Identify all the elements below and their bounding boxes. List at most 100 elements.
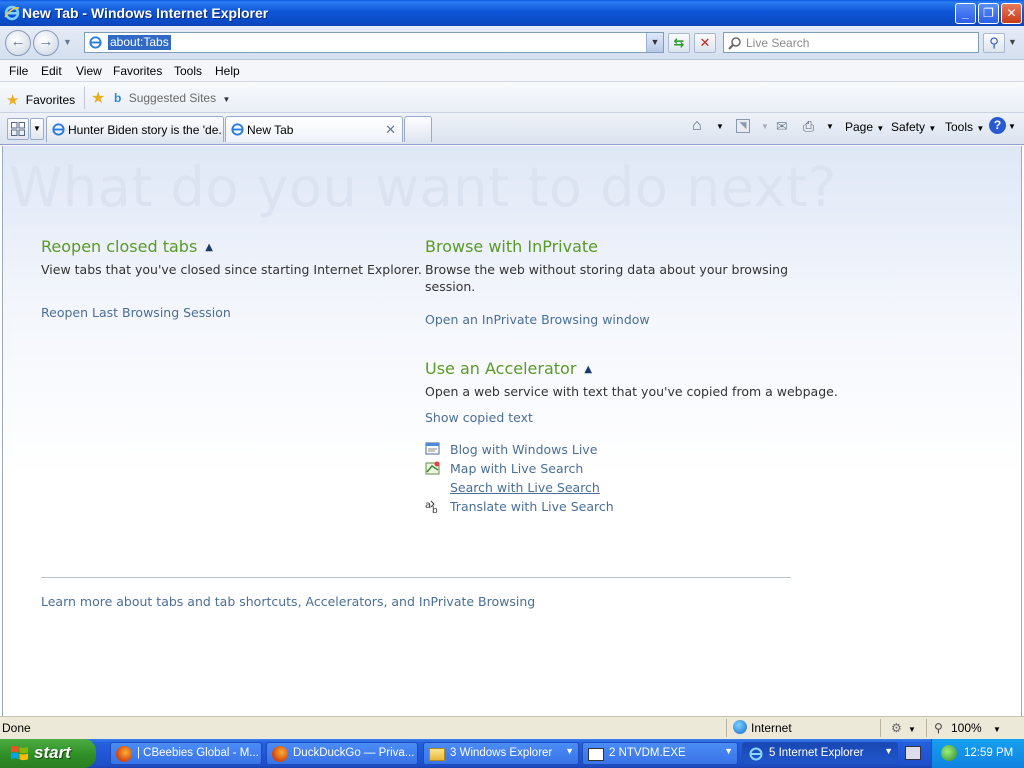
ie-page-icon (231, 123, 244, 136)
search-placeholder: Live Search (746, 36, 810, 50)
page-heading: What do you want to do next? (9, 156, 837, 219)
svg-text:b: b (432, 506, 438, 514)
menu-edit[interactable]: Edit (41, 64, 62, 78)
search-input[interactable]: Live Search (723, 32, 979, 53)
favorites-button[interactable]: ★ Favorites (6, 90, 76, 109)
restore-button[interactable]: ❐ (978, 3, 999, 24)
clock[interactable]: 12:59 PM (964, 747, 1013, 759)
zoom-dropdown[interactable]: ▼ (993, 725, 1001, 734)
favorites-bar: ★ Favorites ★ b Suggested Sites ▼ (0, 82, 1024, 113)
show-copied-text-link[interactable]: Show copied text (425, 410, 533, 425)
page-content: What do you want to do next? Reopen clos… (2, 146, 1022, 716)
help-dropdown[interactable]: ▼ (1008, 122, 1016, 131)
globe-icon (733, 720, 747, 734)
help-icon[interactable]: ? (989, 117, 1006, 134)
accelerator-item-map[interactable]: Map with Live Search (425, 460, 583, 476)
page-menu[interactable]: Page ▼ (845, 120, 884, 134)
print-icon[interactable]: ⎙ (803, 118, 814, 135)
home-dropdown[interactable]: ▼ (716, 122, 724, 131)
collapse-icon[interactable]: ▲ (205, 242, 213, 253)
suggested-sites-button[interactable]: b Suggested Sites ▼ (114, 91, 230, 105)
accelerator-item-translate[interactable]: a b Translate with Live Search (425, 498, 614, 514)
inprivate-text-line1: Browse the web without storing data abou… (425, 262, 789, 277)
close-window-button[interactable]: ✕ (1001, 3, 1022, 24)
protected-mode-dropdown[interactable]: ▼ (908, 725, 916, 734)
inprivate-link[interactable]: Open an InPrivate Browsing window (425, 312, 650, 327)
navigation-bar: ← → ▼ about:Tabs ▼ ⇆ ✕ Live Search ⚲ ▼ (0, 26, 1024, 60)
title-bar[interactable]: New Tab - Windows Internet Explorer _ ❐ … (0, 0, 1024, 26)
folder-icon (429, 748, 445, 761)
new-tab-button[interactable] (404, 116, 432, 142)
address-dropdown-button[interactable]: ▼ (646, 33, 663, 52)
menu-favorites[interactable]: Favorites (113, 64, 162, 78)
taskbar-item-ntvdm[interactable]: 2 NTVDM.EXE ▼ (582, 742, 738, 765)
search-button[interactable]: ⚲ (983, 33, 1005, 53)
menu-bar: File Edit View Favorites Tools Help (0, 60, 1024, 82)
reopen-session-link[interactable]: Reopen Last Browsing Session (41, 305, 231, 320)
collapse-icon[interactable]: ▲ (584, 364, 592, 375)
network-icon[interactable] (941, 745, 957, 761)
ie-logo-icon (4, 5, 20, 21)
start-button[interactable]: start (0, 739, 96, 768)
learn-more-link[interactable]: Learn more about tabs and tab shortcuts,… (41, 594, 535, 609)
tools-menu[interactable]: Tools ▼ (945, 120, 984, 134)
favorites-label: Favorites (25, 93, 76, 107)
taskbar-item-cbeebies[interactable]: | CBeebies Global - M... (110, 742, 262, 765)
menu-file[interactable]: File (9, 64, 28, 78)
menu-tools[interactable]: Tools (174, 64, 202, 78)
menu-help[interactable]: Help (215, 64, 240, 78)
translate-icon: a b (425, 500, 438, 514)
suggested-sites-label: Suggested Sites (128, 91, 217, 105)
mail-icon[interactable]: ✉ (776, 118, 788, 135)
stop-button[interactable]: ✕ (694, 33, 716, 53)
home-icon[interactable]: ⌂ (692, 117, 702, 135)
status-text: Done (2, 721, 31, 735)
tab-new-tab[interactable]: New Tab ✕ (225, 116, 403, 142)
group-dropdown-icon: ▼ (884, 746, 893, 756)
accelerator-item-blog[interactable]: Blog with Windows Live (425, 441, 597, 457)
taskbar: start | CBeebies Global - M... DuckDuckG… (0, 739, 1024, 768)
address-url[interactable]: about:Tabs (108, 35, 171, 50)
tab-hunter-biden[interactable]: Hunter Biden story is the 'de... (46, 116, 224, 142)
keyboard-icon[interactable] (905, 746, 921, 760)
ie-icon (749, 747, 763, 761)
feeds-dropdown: ▼ (761, 122, 769, 131)
add-to-favorites-icon[interactable]: ★ (91, 88, 105, 108)
back-button[interactable]: ← (5, 30, 31, 56)
recent-pages-dropdown[interactable]: ▼ (63, 37, 72, 47)
firefox-icon (272, 746, 288, 762)
print-dropdown[interactable]: ▼ (826, 122, 834, 131)
accelerator-heading[interactable]: Use an Accelerator ▲ (425, 359, 592, 378)
divider (726, 719, 727, 737)
tab-list-button[interactable]: ▼ (30, 118, 44, 140)
search-options-dropdown[interactable]: ▼ (1008, 37, 1017, 47)
taskbar-item-windows-explorer[interactable]: 3 Windows Explorer ▼ (423, 742, 579, 765)
divider (84, 87, 85, 109)
security-zone[interactable]: Internet (751, 721, 792, 735)
refresh-button[interactable]: ⇆ (668, 33, 690, 53)
protected-mode-icon[interactable]: ⚙ (891, 721, 902, 735)
reopen-tabs-heading[interactable]: Reopen closed tabs ▲ (41, 237, 213, 256)
magnifier-icon (728, 37, 741, 50)
start-label: start (34, 743, 71, 762)
map-icon (425, 461, 440, 475)
quick-tabs-button[interactable] (7, 118, 29, 140)
menu-view[interactable]: View (76, 64, 102, 78)
close-tab-icon[interactable]: ✕ (385, 122, 396, 138)
feeds-icon[interactable]: ◥ (736, 119, 750, 133)
search-icon (425, 479, 441, 495)
divider (926, 719, 927, 737)
zoom-level[interactable]: 100% (951, 721, 982, 735)
accelerator-item-search[interactable]: Search with Live Search (425, 479, 600, 495)
minimize-button[interactable]: _ (955, 3, 976, 24)
taskbar-item-internet-explorer[interactable]: 5 Internet Explorer ▼ (742, 742, 898, 765)
forward-button[interactable]: → (33, 30, 59, 56)
system-tray: 12:59 PM (931, 739, 1024, 768)
address-bar[interactable]: about:Tabs ▼ (84, 32, 664, 53)
divider (880, 719, 881, 737)
inprivate-text-line2: session. (425, 279, 476, 294)
taskbar-item-duckduckgo[interactable]: DuckDuckGo — Priva... (266, 742, 418, 765)
blog-icon (425, 442, 440, 455)
safety-menu[interactable]: Safety ▼ (891, 120, 936, 134)
reopen-tabs-text: View tabs that you've closed since start… (41, 262, 422, 277)
